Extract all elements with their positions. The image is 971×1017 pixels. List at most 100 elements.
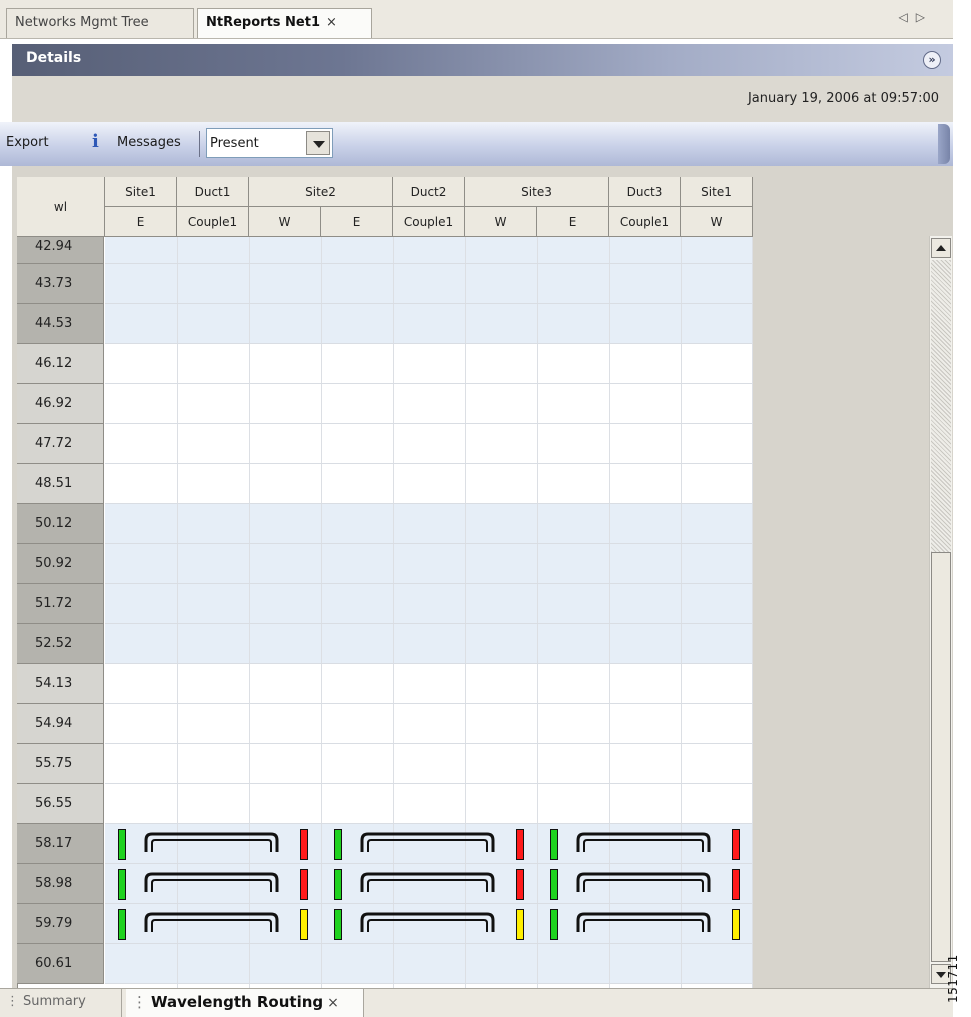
route-path-icon[interactable]	[356, 870, 499, 898]
subheader-duct3-couple1[interactable]: Couple1	[609, 207, 681, 237]
subheader-duct2-couple1[interactable]: Couple1	[393, 207, 465, 237]
status-marker-green[interactable]	[550, 829, 558, 860]
grid-row-divider	[105, 703, 752, 704]
grid-row-divider	[105, 303, 752, 304]
status-marker-red[interactable]	[516, 869, 524, 900]
subheader-site2-e[interactable]: E	[321, 207, 393, 237]
report-toolbar: Export i Messages Present	[0, 122, 953, 166]
wavelength-cell[interactable]: 52.52	[17, 624, 104, 664]
report-timestamp: January 19, 2006 at 09:57:00	[747, 91, 939, 106]
scrollbar-track[interactable]	[931, 260, 951, 552]
wavelength-cell[interactable]: 48.51	[17, 464, 104, 504]
wavelength-cell[interactable]: 56.55	[17, 784, 104, 824]
column-header-wl[interactable]: wl	[17, 177, 105, 237]
grid-row-divider	[105, 623, 752, 624]
wavelength-cell[interactable]: 58.17	[17, 824, 104, 864]
column-header-duct2[interactable]: Duct2	[393, 177, 465, 207]
route-path-icon[interactable]	[356, 830, 499, 858]
column-header-duct3[interactable]: Duct3	[609, 177, 681, 207]
route-path-icon[interactable]	[572, 830, 715, 858]
status-marker-red[interactable]	[300, 829, 308, 860]
wavelength-cell[interactable]: 46.92	[17, 384, 104, 424]
status-marker-red[interactable]	[516, 829, 524, 860]
messages-button[interactable]: Messages	[117, 135, 181, 150]
tab-summary[interactable]: ⋮ Summary	[0, 989, 122, 1017]
view-tab-bar: ⋮ Summary ⋮ Wavelength Routing ×	[0, 988, 953, 1017]
row-band	[105, 504, 752, 664]
tab-label: NtReports Net1	[206, 15, 321, 30]
status-marker-yellow[interactable]	[516, 909, 524, 940]
status-marker-green[interactable]	[118, 829, 126, 860]
wavelength-cell[interactable]: 58.98	[17, 864, 104, 904]
column-header-site1[interactable]: Site1	[105, 177, 177, 207]
route-path-icon[interactable]	[572, 910, 715, 938]
scroll-up-icon[interactable]	[931, 238, 951, 258]
close-icon[interactable]: ×	[326, 15, 337, 30]
status-marker-green[interactable]	[118, 869, 126, 900]
editor-tab-bar: Networks Mgmt Tree NtReports Net1 × ◁▷	[0, 0, 953, 39]
present-dropdown[interactable]: Present	[206, 128, 333, 158]
subheader-site3-w[interactable]: W	[465, 207, 537, 237]
close-icon[interactable]: ×	[327, 995, 339, 1011]
tab-wavelength-routing[interactable]: ⋮ Wavelength Routing ×	[126, 989, 364, 1017]
route-path-icon[interactable]	[140, 910, 283, 938]
wavelength-cell[interactable]: 50.12	[17, 504, 104, 544]
dropdown-arrow-icon[interactable]	[306, 131, 330, 155]
route-path-icon[interactable]	[140, 830, 283, 858]
wavelength-cell[interactable]: 47.72	[17, 424, 104, 464]
grid-row-divider	[105, 263, 752, 264]
status-marker-yellow[interactable]	[732, 909, 740, 940]
wavelength-cell[interactable]: 55.75	[17, 744, 104, 784]
wavelength-cell[interactable]: 50.92	[17, 544, 104, 584]
column-header-site3[interactable]: Site3	[465, 177, 609, 207]
vertical-scrollbar[interactable]	[929, 236, 952, 988]
status-marker-green[interactable]	[334, 829, 342, 860]
wavelength-cell[interactable]: 54.13	[17, 664, 104, 704]
double-chevron-down-icon[interactable]: »	[923, 51, 941, 69]
status-marker-green[interactable]	[550, 869, 558, 900]
row-band	[105, 344, 752, 504]
wavelength-cell[interactable]: 43.73	[17, 264, 104, 304]
status-marker-green[interactable]	[334, 909, 342, 940]
grid-row-divider	[105, 983, 752, 984]
subheader-site1-w[interactable]: W	[681, 207, 753, 237]
scrollbar-thumb[interactable]	[931, 552, 951, 962]
subheader-site1-e[interactable]: E	[105, 207, 177, 237]
tab-networks-mgmt-tree[interactable]: Networks Mgmt Tree	[6, 8, 194, 38]
status-marker-green[interactable]	[118, 909, 126, 940]
wavelength-cell[interactable]: 59.79	[17, 904, 104, 944]
export-button[interactable]: Export	[6, 135, 49, 150]
tab-scroll-left-icon[interactable]: ◁	[899, 10, 916, 24]
subheader-duct1-couple1[interactable]: Couple1	[177, 207, 249, 237]
tab-ntreports-net1[interactable]: NtReports Net1 ×	[197, 8, 372, 38]
wavelength-cell[interactable]: 46.12	[17, 344, 104, 384]
grip-icon: ⋮	[132, 993, 147, 1011]
subheader-site3-e[interactable]: E	[537, 207, 609, 237]
row-band	[105, 664, 752, 824]
route-path-icon[interactable]	[572, 870, 715, 898]
status-marker-red[interactable]	[732, 869, 740, 900]
wavelength-cell[interactable]: 54.94	[17, 704, 104, 744]
wavelength-cell[interactable]: 44.53	[17, 304, 104, 344]
status-marker-red[interactable]	[300, 869, 308, 900]
tab-scroll-right-icon[interactable]: ▷	[916, 10, 933, 24]
wavelength-cell[interactable]: 51.72	[17, 584, 104, 624]
column-header-site2[interactable]: Site2	[249, 177, 393, 207]
tab-label: Networks Mgmt Tree	[15, 15, 149, 30]
route-path-icon[interactable]	[356, 910, 499, 938]
wavelength-cell[interactable]: 60.61	[17, 944, 104, 984]
column-header-duct1[interactable]: Duct1	[177, 177, 249, 207]
info-icon[interactable]: i	[92, 131, 99, 152]
subheader-site2-w[interactable]: W	[249, 207, 321, 237]
route-path-icon[interactable]	[140, 870, 283, 898]
status-marker-green[interactable]	[334, 869, 342, 900]
grip-icon: ⋮	[6, 994, 19, 1009]
status-marker-yellow[interactable]	[300, 909, 308, 940]
column-header-site1-end[interactable]: Site1	[681, 177, 753, 207]
grid-row-divider	[105, 423, 752, 424]
wavelength-cell[interactable]: 42.94	[17, 237, 104, 264]
tab-label: Summary	[23, 994, 86, 1009]
status-marker-green[interactable]	[550, 909, 558, 940]
status-marker-red[interactable]	[732, 829, 740, 860]
present-dropdown-value: Present	[210, 136, 259, 151]
